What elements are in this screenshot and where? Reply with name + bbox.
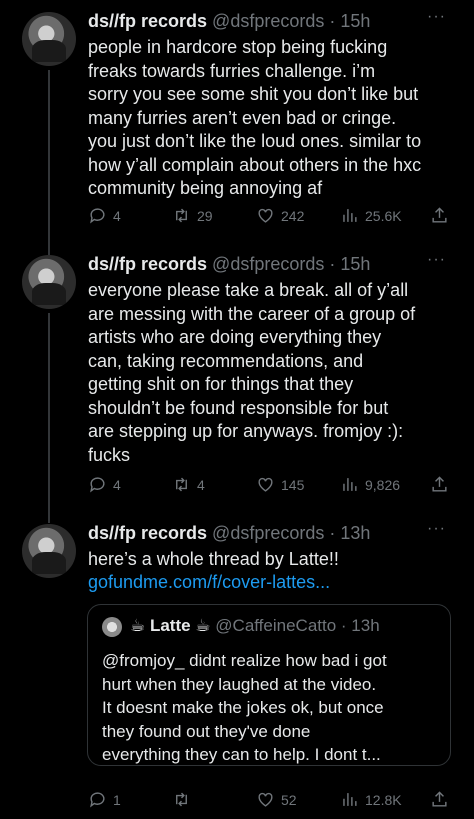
user-handle[interactable]: @dsfprecords (212, 254, 324, 274)
reply-count: 4 (113, 207, 121, 224)
views-count: 25.6K (365, 207, 402, 224)
quote-avatar[interactable] (102, 616, 122, 637)
tweet-header: ds//fp records @dsfprecords · 13h (88, 522, 370, 544)
timestamp[interactable]: 13h (340, 523, 370, 543)
tweet-text: everyone please take a break. all of y’a… (88, 280, 416, 465)
views-button[interactable]: 25.6K (340, 206, 402, 225)
tweet-header: ds//fp records @dsfprecords · 15h (88, 253, 370, 275)
separator: · (336, 616, 352, 635)
retweet-button[interactable]: 4 (172, 475, 205, 494)
avatar[interactable] (22, 255, 76, 309)
thread-line (48, 313, 50, 523)
like-button[interactable]: 145 (256, 475, 304, 494)
retweet-count: 4 (197, 476, 205, 493)
separator: · (324, 254, 341, 274)
action-bar: 4 29 242 25.6K (88, 206, 450, 226)
separator: · (324, 11, 341, 31)
more-options-button[interactable]: ··· (427, 8, 446, 26)
display-name[interactable]: ds//fp records (88, 254, 207, 274)
quote-header: ☕ Latte ☕ @CaffeineCatto · 13h (102, 615, 380, 637)
avatar[interactable] (22, 524, 76, 578)
views-icon (343, 209, 357, 222)
share-icon (432, 476, 447, 492)
views-icon (343, 793, 357, 806)
like-button[interactable]: 52 (256, 790, 297, 809)
more-options-button[interactable]: ··· (427, 251, 446, 269)
avatar[interactable] (22, 12, 76, 66)
display-name[interactable]: ds//fp records (88, 11, 207, 31)
retweet-icon (176, 208, 187, 223)
share-button[interactable] (430, 206, 449, 225)
action-bar: 4 4 145 9,826 (88, 475, 450, 495)
user-handle[interactable]: @dsfprecords (212, 523, 324, 543)
retweet-icon (176, 477, 187, 492)
quote-display-name[interactable]: ☕ Latte ☕ (130, 616, 211, 635)
reply-icon (90, 477, 105, 493)
like-icon (258, 208, 273, 223)
timestamp[interactable]: 15h (340, 254, 370, 274)
reply-button[interactable]: 4 (88, 475, 121, 494)
like-count: 242 (281, 207, 305, 224)
timestamp[interactable]: 15h (340, 11, 370, 31)
tweet-text: here’s a whole thread by Latte!! (88, 549, 339, 569)
retweet-button[interactable]: 29 (172, 206, 213, 225)
reply-button[interactable]: 1 (88, 790, 121, 809)
display-name[interactable]: ds//fp records (88, 523, 207, 543)
views-count: 12.8K (365, 791, 402, 808)
action-bar: 1 52 12.8K (88, 790, 450, 810)
views-button[interactable]: 9,826 (340, 475, 400, 494)
retweet-button[interactable] (172, 790, 197, 809)
reply-icon (90, 792, 105, 808)
separator: · (324, 523, 341, 543)
views-icon (343, 478, 357, 491)
quote-timestamp[interactable]: 13h (351, 616, 379, 635)
reply-count: 1 (113, 791, 121, 808)
gofundme-link[interactable]: gofundme.com/f/cover-lattes... (88, 571, 458, 595)
quote-user-handle[interactable]: @CaffeineCatto (215, 616, 336, 635)
tweet-header: ds//fp records @dsfprecords · 15h (88, 10, 370, 32)
share-button[interactable] (430, 475, 449, 494)
user-handle[interactable]: @dsfprecords (212, 11, 324, 31)
retweet-icon (176, 792, 187, 807)
share-icon (432, 207, 447, 223)
like-button[interactable]: 242 (256, 206, 304, 225)
like-count: 52 (281, 791, 297, 808)
views-count: 9,826 (365, 476, 401, 493)
like-count: 145 (281, 476, 305, 493)
share-icon (432, 791, 447, 807)
reply-button[interactable]: 4 (88, 206, 121, 225)
more-options-button[interactable]: ··· (427, 520, 446, 538)
views-button[interactable]: 12.8K (340, 790, 402, 809)
thread-line (48, 70, 50, 255)
like-icon (258, 792, 273, 807)
quote-tweet[interactable]: ☕ Latte ☕ @CaffeineCatto · 13h @fromjoy_… (87, 604, 451, 766)
like-icon (258, 477, 273, 492)
reply-icon (90, 208, 105, 224)
reply-count: 4 (113, 476, 121, 493)
retweet-count: 29 (197, 207, 213, 224)
share-button[interactable] (430, 790, 449, 809)
quote-text: @fromjoy_ didnt realize how bad i got hu… (102, 651, 387, 764)
tweet-text: people in hardcore stop being fucking fr… (88, 37, 422, 198)
